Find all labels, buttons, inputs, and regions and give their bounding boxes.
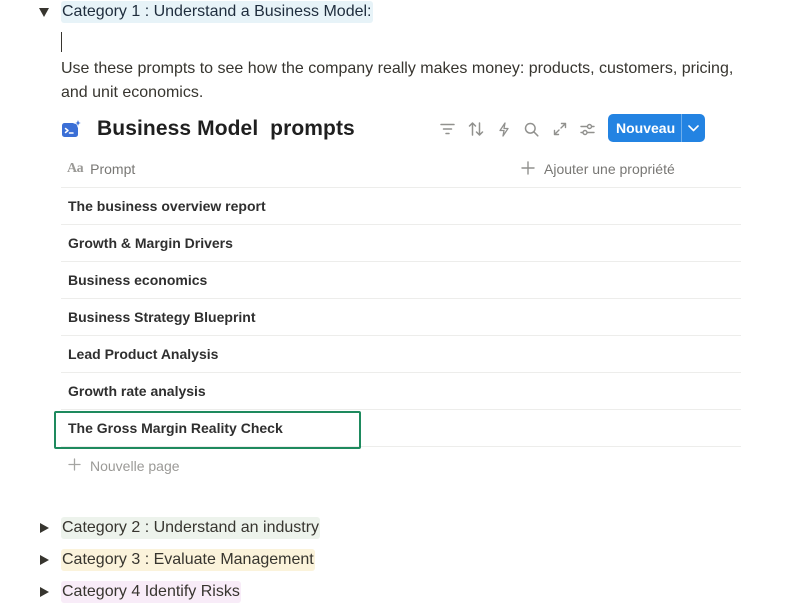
category-2-heading[interactable]: Category 2 : Understand an industry [61,517,321,539]
table-row[interactable]: Business economics [61,262,741,299]
expand-icon[interactable] [551,121,568,138]
new-entry-button[interactable]: Nouveau [608,114,705,142]
terminal-sparkle-icon [61,118,83,140]
column-header-prompt[interactable]: Aa Prompt [61,161,135,177]
chevron-down-icon[interactable] [682,124,705,132]
category-3-heading[interactable]: Category 3 : Evaluate Management [61,549,315,571]
description-text: Use these prompts to see how the company… [61,60,734,101]
table-row[interactable]: Growth rate analysis [61,373,741,410]
table-body: The business overview report Growth & Ma… [61,188,741,447]
database-toolbar [439,118,607,140]
new-page-label: Nouvelle page [90,458,180,474]
database-title[interactable]: Business Model prompts [97,117,355,141]
column-header-label: Prompt [90,161,136,177]
toggle-open-arrow-icon[interactable] [39,7,49,17]
plus-icon [521,160,535,178]
category-4-heading[interactable]: Category 4 Identify Risks [61,581,241,603]
new-page-button[interactable]: Nouvelle page [68,456,180,476]
add-property-label: Ajouter une propriété [544,161,675,177]
settings-sliders-icon[interactable] [579,121,596,138]
sort-icon[interactable] [467,121,484,138]
lightning-icon[interactable] [495,121,512,138]
toggle-closed-arrow-icon[interactable] [39,523,49,533]
category-1-heading[interactable]: Category 1 : Understand a Business Model… [61,1,373,23]
table-row[interactable]: Lead Product Analysis [61,336,741,373]
filter-icon[interactable] [439,121,456,138]
new-entry-button-label[interactable]: Nouveau [608,120,681,136]
text-property-icon: Aa [67,161,84,176]
table-row-selected[interactable]: The Gross Margin Reality Check [61,410,741,447]
plus-icon [68,458,81,474]
search-icon[interactable] [523,121,540,138]
text-cursor [61,32,62,52]
table-row[interactable]: Business Strategy Blueprint [61,299,741,336]
table-row[interactable]: The business overview report [61,188,741,225]
toggle-closed-arrow-icon[interactable] [39,587,49,597]
add-property-button[interactable]: Ajouter une propriété [521,160,675,178]
table-header: Aa Prompt Ajouter une propriété [61,151,741,188]
table-row[interactable]: Growth & Margin Drivers [61,225,741,262]
toggle-closed-arrow-icon[interactable] [39,555,49,565]
